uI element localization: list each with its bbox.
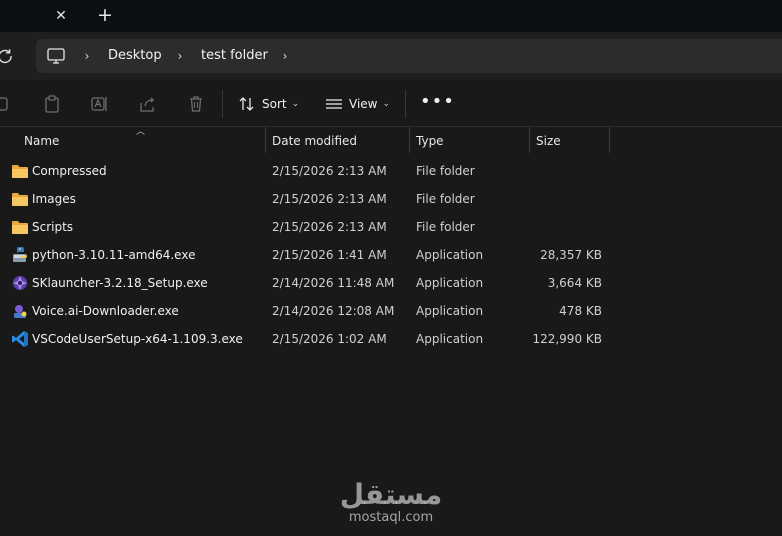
copy-icon[interactable] bbox=[0, 94, 14, 114]
file-type: Application bbox=[416, 248, 484, 262]
chevron-right-icon[interactable]: › bbox=[173, 47, 187, 65]
voiceai-icon bbox=[14, 305, 27, 318]
column-divider[interactable] bbox=[265, 127, 266, 153]
chevron-down-icon: ⌄ bbox=[382, 99, 391, 109]
file-size bbox=[530, 163, 602, 179]
chevron-down-icon: ⌄ bbox=[291, 99, 300, 109]
command-divider bbox=[405, 90, 406, 118]
folder-icon bbox=[12, 165, 28, 178]
file-date: 2/15/2026 2:13 AM bbox=[272, 220, 387, 234]
file-date: 2/14/2026 12:08 AM bbox=[272, 304, 395, 318]
file-row-images[interactable]: Images 2/15/2026 2:13 AM File folder bbox=[0, 185, 782, 213]
file-name: Scripts bbox=[32, 220, 74, 234]
file-type: File folder bbox=[416, 164, 475, 178]
paste-icon[interactable] bbox=[42, 94, 62, 114]
file-row-voiceai[interactable]: Voice.ai-Downloader.exe 2/14/2026 12:08 … bbox=[0, 297, 782, 325]
address-bar-area: › Desktop › test folder › bbox=[0, 32, 782, 80]
sort-label: Sort bbox=[262, 97, 287, 111]
file-name: Voice.ai-Downloader.exe bbox=[32, 304, 179, 318]
column-header: ︿ Name Date modified Type Size bbox=[0, 127, 782, 153]
file-date: 2/15/2026 2:13 AM bbox=[272, 192, 387, 206]
file-name: VSCodeUserSetup-x64-1.109.3.exe bbox=[32, 332, 243, 346]
file-name: python-3.10.11-amd64.exe bbox=[32, 248, 196, 262]
column-type[interactable]: Type bbox=[416, 133, 444, 149]
file-name: Images bbox=[32, 192, 76, 206]
sort-button[interactable]: Sort ⌄ bbox=[238, 92, 299, 116]
view-icon bbox=[326, 99, 342, 109]
file-size: 3,664 KB bbox=[547, 276, 602, 290]
file-date: 2/15/2026 2:13 AM bbox=[272, 164, 387, 178]
column-size[interactable]: Size bbox=[536, 133, 561, 149]
file-name: SKlauncher-3.2.18_Setup.exe bbox=[32, 276, 208, 290]
file-size bbox=[530, 219, 602, 235]
view-button[interactable]: View ⌄ bbox=[325, 92, 390, 116]
file-row-python[interactable]: python-3.10.11-amd64.exe 2/15/2026 1:41 … bbox=[0, 241, 782, 269]
python-installer-icon bbox=[13, 247, 27, 262]
column-divider[interactable] bbox=[409, 127, 410, 153]
file-date: 2/15/2026 1:02 AM bbox=[272, 332, 387, 346]
file-type: Application bbox=[416, 304, 484, 318]
column-date-modified[interactable]: Date modified bbox=[272, 133, 357, 149]
delete-icon[interactable] bbox=[186, 94, 206, 114]
this-pc-icon[interactable] bbox=[46, 47, 66, 65]
folder-icon bbox=[12, 221, 28, 234]
file-row-compressed[interactable]: Compressed 2/15/2026 2:13 AM File folder bbox=[0, 157, 782, 185]
tab-strip: ✕ + bbox=[0, 0, 782, 32]
view-label: View bbox=[349, 97, 378, 111]
file-size: 28,357 KB bbox=[540, 248, 602, 262]
share-icon[interactable] bbox=[138, 94, 158, 114]
chevron-right-icon[interactable]: › bbox=[80, 47, 94, 65]
folder-icon bbox=[12, 193, 28, 206]
watermark-url: mostaql.com bbox=[348, 510, 434, 525]
watermark-logo: مستقل bbox=[339, 478, 443, 511]
refresh-icon[interactable] bbox=[0, 45, 16, 67]
file-type: Application bbox=[416, 332, 484, 346]
file-size bbox=[530, 191, 602, 207]
file-type: File folder bbox=[416, 192, 475, 206]
column-divider[interactable] bbox=[529, 127, 530, 153]
command-bar: Sort ⌄ View ⌄ ••• bbox=[0, 80, 782, 127]
file-row-vscode[interactable]: VSCodeUserSetup-x64-1.109.3.exe 2/15/202… bbox=[0, 325, 782, 353]
column-name[interactable]: Name bbox=[24, 133, 59, 149]
sort-ascending-icon: ︿ bbox=[136, 127, 146, 137]
file-date: 2/15/2026 1:41 AM bbox=[272, 248, 387, 262]
chevron-right-icon[interactable]: › bbox=[278, 47, 292, 65]
command-divider bbox=[222, 90, 223, 118]
breadcrumb-desktop[interactable]: Desktop bbox=[108, 47, 162, 65]
breadcrumb-test-folder[interactable]: test folder bbox=[201, 47, 268, 65]
file-size: 478 KB bbox=[559, 304, 602, 318]
sklauncher-icon bbox=[13, 276, 27, 290]
file-size: 122,990 KB bbox=[532, 332, 602, 346]
plus-icon[interactable]: + bbox=[95, 5, 115, 25]
address-bar[interactable]: › Desktop › test folder › bbox=[36, 39, 782, 73]
file-type: File folder bbox=[416, 220, 475, 234]
file-row-sklauncher[interactable]: SKlauncher-3.2.18_Setup.exe 2/14/2026 11… bbox=[0, 269, 782, 297]
close-icon[interactable]: ✕ bbox=[52, 7, 70, 25]
file-date: 2/14/2026 11:48 AM bbox=[272, 276, 395, 290]
file-type: Application bbox=[416, 276, 484, 290]
file-row-scripts[interactable]: Scripts 2/15/2026 2:13 AM File folder bbox=[0, 213, 782, 241]
file-name: Compressed bbox=[32, 164, 107, 178]
vscode-icon bbox=[12, 331, 28, 347]
more-icon[interactable]: ••• bbox=[420, 93, 454, 114]
rename-icon[interactable] bbox=[90, 94, 110, 114]
column-divider[interactable] bbox=[609, 127, 610, 153]
sort-icon bbox=[239, 97, 254, 111]
